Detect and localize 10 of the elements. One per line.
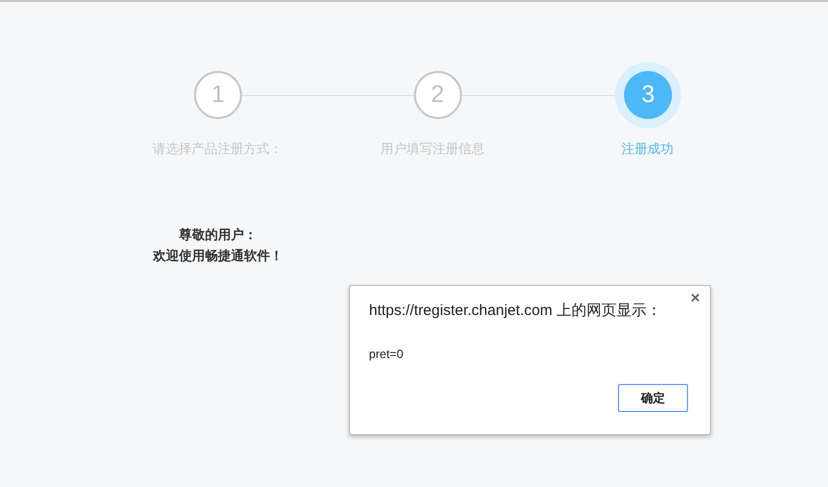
ok-button[interactable]: 确定 xyxy=(618,384,688,412)
step-number: 3 xyxy=(641,80,655,110)
greeting-text: 欢迎使用畅捷通软件！ xyxy=(153,247,283,265)
close-button[interactable]: × xyxy=(688,291,702,307)
step-number: 2 xyxy=(430,80,444,110)
dialog-message: pret=0 xyxy=(369,346,404,362)
greeting-text: 尊敬的用户： xyxy=(179,226,257,244)
step-number: 1 xyxy=(211,80,225,110)
dialog-title: https://tregister.chanjet.com 上的网页显示： xyxy=(369,301,663,321)
step-label: 注册成功 xyxy=(622,140,674,158)
